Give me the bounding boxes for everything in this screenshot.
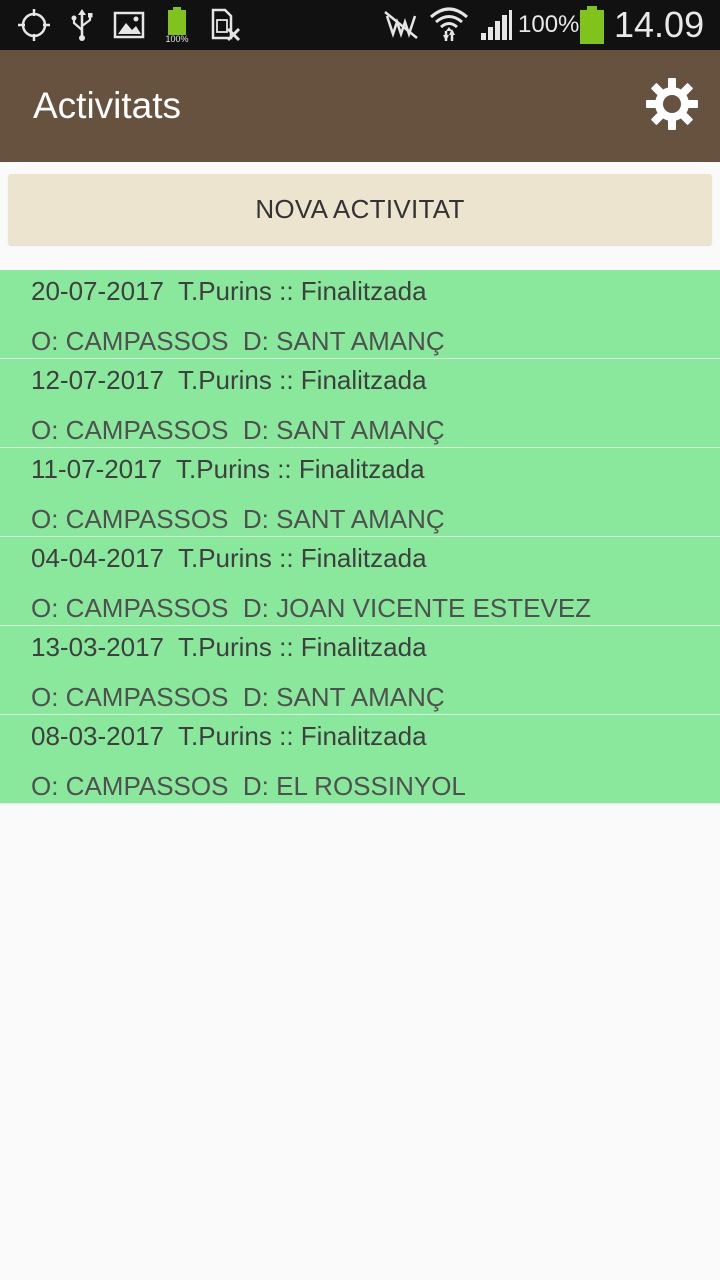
- activity-route: O: CAMPASSOS D: SANT AMANÇ: [31, 326, 445, 356]
- wifi-icon: [428, 6, 470, 44]
- activity-summary: 13-03-2017 T.Purins :: Finalitzada: [31, 632, 427, 662]
- activity-summary: 04-04-2017 T.Purins :: Finalitzada: [31, 543, 427, 573]
- usb-icon: [68, 6, 96, 44]
- activity-list: 20-07-2017 T.Purins :: Finalitzada O: CA…: [0, 270, 720, 804]
- battery-icon: [578, 6, 606, 44]
- battery-percent: 100%: [518, 11, 580, 38]
- list-item[interactable]: 08-03-2017 T.Purins :: Finalitzada O: CA…: [0, 715, 720, 804]
- list-item[interactable]: 04-04-2017 T.Purins :: Finalitzada O: CA…: [0, 537, 720, 626]
- settings-button[interactable]: [644, 76, 700, 137]
- action-bar: Activitats: [0, 50, 720, 162]
- activity-summary: 08-03-2017 T.Purins :: Finalitzada: [31, 721, 427, 751]
- activity-route: O: CAMPASSOS D: SANT AMANÇ: [31, 415, 445, 445]
- status-bar: 100% 100% 14.09: [0, 0, 720, 50]
- sim-card-off-icon: [208, 6, 242, 44]
- gear-icon: [644, 76, 700, 137]
- mute-icon: [380, 6, 422, 44]
- activity-summary: 12-07-2017 T.Purins :: Finalitzada: [31, 365, 427, 395]
- signal-icon: [478, 6, 514, 44]
- battery-full-icon: 100%: [160, 6, 194, 44]
- activity-summary: 20-07-2017 T.Purins :: Finalitzada: [31, 276, 427, 306]
- activity-route: O: CAMPASSOS D: JOAN VICENTE ESTEVEZ: [31, 593, 592, 623]
- activity-route: O: CAMPASSOS D: SANT AMANÇ: [31, 682, 445, 712]
- list-item[interactable]: 11-07-2017 T.Purins :: Finalitzada O: CA…: [0, 448, 720, 537]
- list-item[interactable]: 13-03-2017 T.Purins :: Finalitzada O: CA…: [0, 626, 720, 715]
- image-icon: [112, 6, 146, 44]
- clock: 14.09: [614, 4, 705, 45]
- crosshair-icon: [16, 6, 52, 44]
- page-title: Activitats: [33, 85, 182, 126]
- list-item[interactable]: 12-07-2017 T.Purins :: Finalitzada O: CA…: [0, 359, 720, 448]
- list-item[interactable]: 20-07-2017 T.Purins :: Finalitzada O: CA…: [0, 270, 720, 359]
- activity-route: O: CAMPASSOS D: SANT AMANÇ: [31, 504, 445, 534]
- battery-small-label: 100%: [165, 33, 189, 44]
- new-activity-button[interactable]: NOVA ACTIVITAT: [8, 174, 712, 245]
- activity-summary: 11-07-2017 T.Purins :: Finalitzada: [31, 454, 425, 484]
- activity-route: O: CAMPASSOS D: EL ROSSINYOL: [31, 771, 466, 801]
